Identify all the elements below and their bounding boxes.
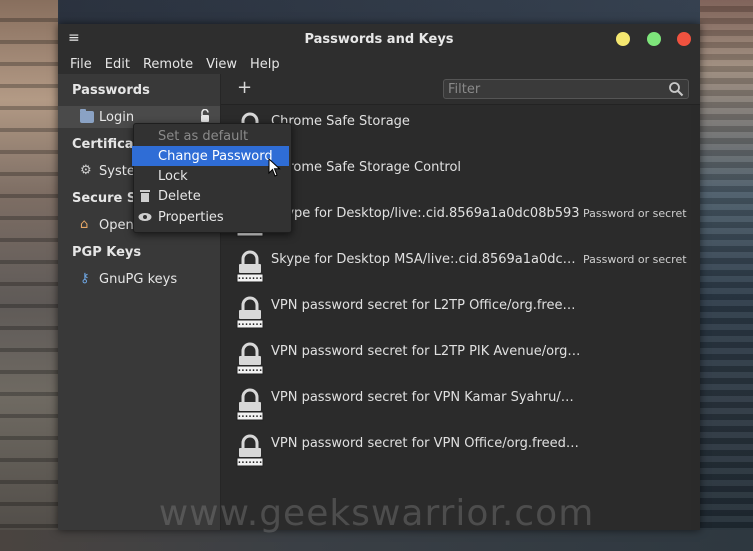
item-name: VPN password secret for VPN Office/org.f… (271, 436, 581, 451)
menu-remote[interactable]: Remote (143, 57, 193, 72)
list-item[interactable]: ••••••• VPN password secret for VPN Kama… (221, 381, 691, 427)
menu-view[interactable]: View (206, 57, 237, 72)
unlocked-padlock-icon[interactable] (200, 109, 210, 123)
gear-icon: ⚙ (80, 163, 92, 178)
item-name: Skype for Desktop MSA/live:.cid.8569a1a0… (271, 252, 581, 267)
desktop-background-right (700, 0, 753, 551)
item-name: Chrome Safe Storage Control (271, 160, 462, 175)
list-item[interactable]: ••••••• Skype for Desktop MSA/live:.cid.… (221, 243, 691, 289)
add-button[interactable]: + (237, 77, 252, 98)
watermark-text: www.geekswarrior.com (158, 493, 595, 534)
svg-text:•••••••: ••••••• (238, 276, 263, 283)
menu-item-set-as-default[interactable]: Set as default (134, 126, 291, 146)
folder-icon (80, 109, 94, 123)
padlock-icon: ••••••• (236, 250, 264, 283)
trash-icon (140, 190, 150, 202)
svg-text:•••••••: ••••••• (238, 460, 263, 467)
sidebar-heading-pgp-keys: PGP Keys (72, 245, 142, 260)
window-title: Passwords and Keys (304, 32, 454, 47)
main-panel: + ••••••• Chrome Safe Storage ••••••• Ch… (221, 74, 700, 530)
padlock-icon: ••••••• (236, 388, 264, 421)
svg-text:•••••••: ••••••• (238, 414, 263, 421)
list-item[interactable]: ••••••• VPN password secret for L2TP PIK… (221, 335, 691, 381)
scrollbar[interactable] (691, 105, 700, 530)
eye-icon (138, 213, 152, 221)
sidebar-item-label: Login (99, 109, 135, 125)
list-item[interactable]: ••••••• VPN password secret for VPN Offi… (221, 427, 691, 473)
app-window: ≡ Passwords and Keys File Edit Remote Vi… (58, 24, 700, 530)
menu-item-properties[interactable]: Properties (134, 207, 291, 227)
menu-help[interactable]: Help (250, 57, 280, 72)
menu-item-label: Properties (158, 209, 224, 225)
menu-file[interactable]: File (70, 57, 92, 72)
menu-item-label: Set as default (158, 128, 249, 144)
menubar: File Edit Remote View Help (58, 54, 700, 74)
item-name: VPN password secret for VPN Kamar Syahru… (271, 390, 581, 405)
filter-input[interactable] (443, 79, 689, 99)
list-item[interactable]: ••••••• VPN password secret for L2TP Off… (221, 289, 691, 335)
item-name: VPN password secret for L2TP PIK Avenue/… (271, 344, 581, 359)
svg-text:•••••••: ••••••• (238, 368, 263, 375)
padlock-icon: ••••••• (236, 296, 264, 329)
context-menu: Set as default Change Password Lock Dele… (132, 123, 292, 233)
sidebar-item-gnupg-keys[interactable]: ⚷ GnuPG keys (58, 268, 220, 290)
menu-item-delete[interactable]: Delete (134, 186, 291, 206)
toolbar: + (221, 74, 700, 105)
item-type: Password or secret (583, 207, 687, 220)
sidebar-item-label: GnuPG keys (99, 271, 178, 287)
key-icon: ⚷ (80, 271, 90, 286)
item-name: VPN password secret for L2TP Office/org.… (271, 298, 581, 313)
menu-item-change-password[interactable]: Change Password (132, 146, 289, 166)
minimize-button[interactable] (616, 32, 630, 46)
item-type: Password or secret (583, 253, 687, 266)
titlebar: ≡ Passwords and Keys (58, 24, 700, 54)
padlock-icon: ••••••• (236, 342, 264, 375)
menu-item-label: Lock (158, 168, 188, 184)
item-name: Skype for Desktop/live:.cid.8569a1a0dc08… (271, 206, 580, 221)
mouse-cursor-icon (268, 158, 281, 177)
menu-edit[interactable]: Edit (105, 57, 130, 72)
maximize-button[interactable] (647, 32, 661, 46)
search-icon (669, 82, 684, 97)
svg-text:•••••••: ••••••• (238, 322, 263, 329)
house-icon: ⌂ (80, 217, 89, 232)
padlock-icon: ••••••• (236, 434, 264, 467)
menu-item-label: Change Password (158, 148, 273, 164)
sidebar-heading-passwords: Passwords (72, 83, 150, 98)
sidebar-heading-certificates: Certificat (72, 137, 140, 152)
menu-item-label: Delete (158, 188, 201, 204)
desktop-background-left (0, 0, 58, 551)
close-button[interactable] (677, 32, 691, 46)
